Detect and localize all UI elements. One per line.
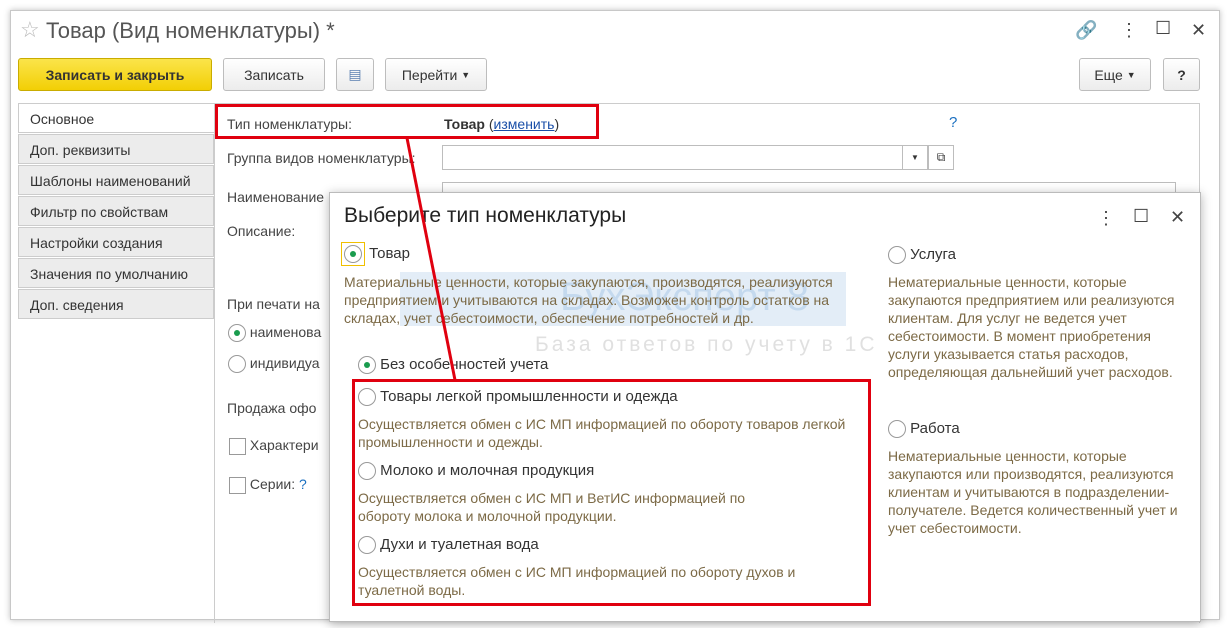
annotation-arrow — [405, 137, 457, 381]
